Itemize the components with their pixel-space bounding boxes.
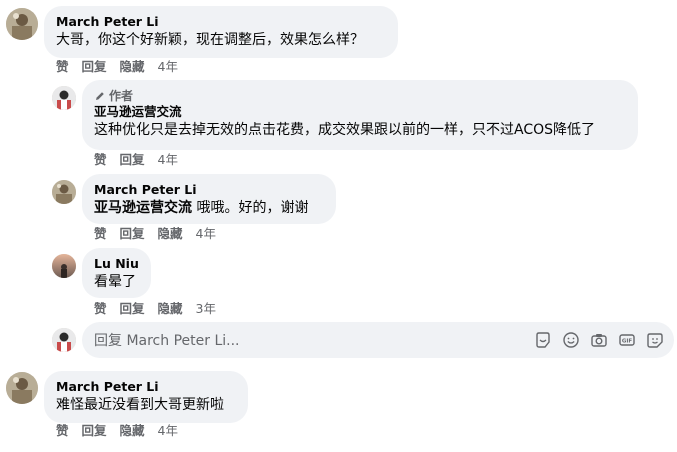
avatar[interactable] — [52, 180, 76, 204]
like-button[interactable]: 赞 — [94, 301, 107, 317]
current-user-avatar[interactable] — [52, 328, 76, 352]
comment-text: 这种优化只是去掉无效的点击花费，成交效果跟以前的一样，只不过ACOS降低了 — [94, 122, 596, 138]
avatar[interactable] — [6, 8, 38, 40]
reply-button[interactable]: 回复 — [82, 59, 107, 75]
reply-button[interactable]: 回复 — [120, 152, 145, 168]
hide-button[interactable]: 隐藏 — [158, 301, 183, 317]
comment-text: 大哥，你这个好新颖，现在调整后，效果怎么样？ — [56, 32, 364, 48]
comment-timestamp[interactable]: 3年 — [196, 301, 216, 317]
comment-timestamp[interactable]: 4年 — [158, 152, 178, 168]
mention-link[interactable]: 亚马逊运营交流 — [94, 200, 192, 216]
comment-bubble: March Peter Li 大哥，你这个好新颖，现在调整后，效果怎么样？ — [44, 6, 398, 58]
comment-bubble: Lu Niu 看晕了 — [82, 248, 151, 298]
composer-icons: GIF — [534, 331, 664, 349]
comment-actions: 赞 回复 隐藏 4年 — [56, 59, 178, 75]
svg-text:GIF: GIF — [622, 339, 633, 345]
comment-actions: 赞 回复 隐藏 4年 — [56, 423, 178, 439]
hide-button[interactable]: 隐藏 — [120, 59, 145, 75]
comment-author[interactable]: 亚马逊运营交流 — [94, 104, 626, 120]
hide-button[interactable]: 隐藏 — [158, 226, 183, 242]
comment-timestamp[interactable]: 4年 — [196, 226, 216, 242]
hide-button[interactable]: 隐藏 — [120, 423, 145, 439]
comment-author[interactable]: March Peter Li — [94, 182, 324, 198]
comment-text: 难怪最近没看到大哥更新啦 — [56, 397, 224, 413]
comment-actions: 赞 回复 4年 — [94, 152, 178, 168]
comment-bubble: 作者 亚马逊运营交流 这种优化只是去掉无效的点击花费，成交效果跟以前的一样，只不… — [82, 80, 638, 150]
reply-button[interactable]: 回复 — [120, 301, 145, 317]
comment-bubble: March Peter Li 亚马逊运营交流 哦哦。好的，谢谢 — [82, 174, 336, 224]
like-button[interactable]: 赞 — [94, 152, 107, 168]
author-badge: 作者 — [94, 88, 626, 104]
reply-input[interactable]: 回复 March Peter Li... GIF — [82, 322, 674, 358]
like-button[interactable]: 赞 — [56, 423, 69, 439]
reply-input-placeholder[interactable]: 回复 March Peter Li... — [94, 330, 534, 350]
comment-author[interactable]: Lu Niu — [94, 256, 139, 272]
comment-text: 看晕了 — [94, 274, 136, 290]
author-badge-label: 作者 — [109, 89, 134, 103]
comment-actions: 赞 回复 隐藏 4年 — [94, 226, 216, 242]
comment-text: 亚马逊运营交流 哦哦。好的，谢谢 — [94, 198, 324, 218]
reply-button[interactable]: 回复 — [120, 226, 145, 242]
avatar-sticker-icon[interactable] — [646, 331, 664, 349]
comment-timestamp[interactable]: 4年 — [158, 59, 178, 75]
comment-author[interactable]: March Peter Li — [56, 14, 386, 30]
avatar[interactable] — [52, 254, 76, 278]
comment-author[interactable]: March Peter Li — [56, 379, 236, 395]
comment-actions: 赞 回复 隐藏 3年 — [94, 301, 216, 317]
comment-text-body: 哦哦。好的，谢谢 — [192, 200, 309, 216]
comment-bubble: March Peter Li 难怪最近没看到大哥更新啦 — [44, 371, 248, 423]
reply-button[interactable]: 回复 — [82, 423, 107, 439]
emoji-icon[interactable] — [562, 331, 580, 349]
like-button[interactable]: 赞 — [94, 226, 107, 242]
gif-icon[interactable]: GIF — [618, 331, 636, 349]
avatar[interactable] — [6, 372, 38, 404]
like-button[interactable]: 赞 — [56, 59, 69, 75]
pencil-icon — [94, 90, 106, 102]
camera-icon[interactable] — [590, 331, 608, 349]
avatar[interactable] — [52, 86, 76, 110]
sticker-icon[interactable] — [534, 331, 552, 349]
comment-timestamp[interactable]: 4年 — [158, 423, 178, 439]
